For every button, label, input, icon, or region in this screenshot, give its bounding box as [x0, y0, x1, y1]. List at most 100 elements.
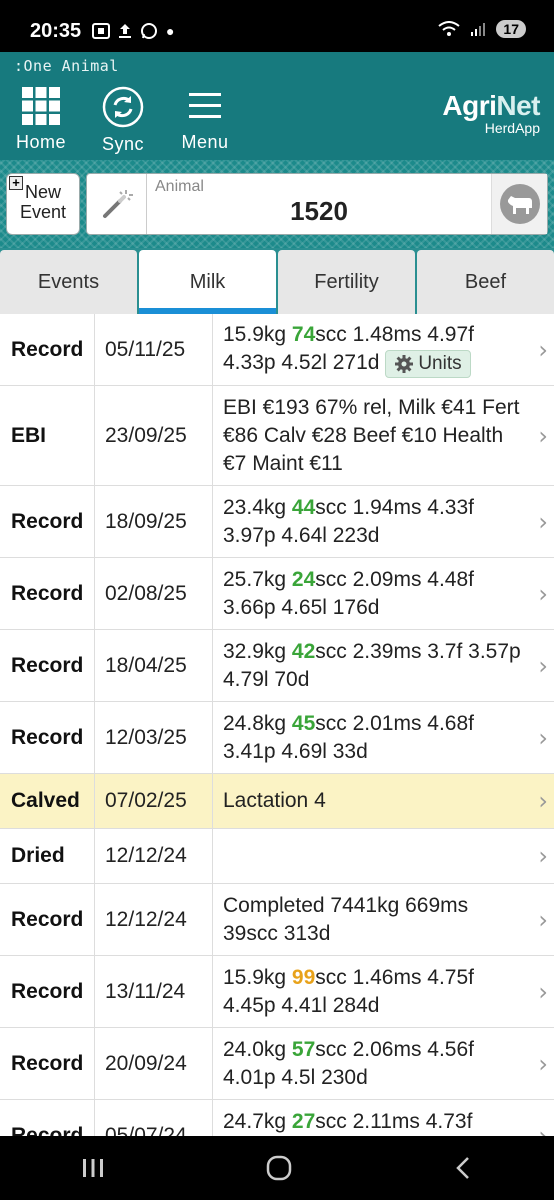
- units-label: Units: [418, 352, 462, 374]
- magic-wand-button[interactable]: [87, 174, 147, 234]
- record-row[interactable]: Record 18/04/25 32.9kg 42scc 2.39ms 3.7f 3…: [0, 630, 554, 702]
- record-detail: 24.7kg 27scc 2.11ms 4.73f 3.99p 4.81l 15…: [223, 1109, 473, 1133]
- gear-icon: [395, 354, 414, 373]
- upload-icon: [119, 24, 131, 38]
- record-type: Record: [0, 1100, 95, 1136]
- chevron-right-icon: ›: [538, 723, 548, 752]
- status-bar: 20:35 ● 17: [0, 0, 554, 52]
- record-date: 02/08/25: [95, 558, 213, 629]
- record-row[interactable]: Record 12/03/25 24.8kg 45scc 2.01ms 4.68f …: [0, 702, 554, 774]
- milk-record-list: Record 05/11/25 15.9kg 74scc 1.48ms 4.97f …: [0, 314, 554, 1136]
- sync-icon: [102, 86, 144, 128]
- tab-fertility[interactable]: Fertility: [278, 250, 415, 314]
- breadcrumb: :One Animal: [14, 57, 119, 75]
- sync-button[interactable]: Sync: [78, 86, 168, 155]
- back-icon[interactable]: [453, 1156, 473, 1180]
- chevron-right-icon: ›: [538, 651, 548, 680]
- record-row[interactable]: Dried 12/12/24 ›: [0, 829, 554, 884]
- record-type: Record: [0, 314, 95, 385]
- record-date: 05/11/25: [95, 314, 213, 385]
- scc-value: 42: [291, 639, 316, 663]
- grid-icon: [22, 87, 60, 125]
- record-type: Calved: [0, 774, 95, 828]
- dot-icon: ●: [166, 23, 175, 39]
- hamburger-icon: [189, 93, 221, 118]
- record-detail: 15.9kg 74scc 1.48ms 4.97f 4.33p 4.52l 27…: [213, 314, 554, 385]
- tab-events[interactable]: Events: [0, 250, 137, 314]
- record-date: 20/09/24: [95, 1028, 213, 1099]
- scc-value: 99: [291, 965, 316, 989]
- menu-label: Menu: [181, 132, 229, 152]
- battery-indicator: 17: [496, 20, 526, 38]
- screenshot-icon: [92, 23, 110, 39]
- menu-button[interactable]: Menu: [160, 86, 250, 153]
- chevron-right-icon: ›: [538, 905, 548, 934]
- tab-bar: Events Milk Fertility Beef: [0, 248, 554, 314]
- status-system-icons: 17: [438, 20, 526, 38]
- new-event-button[interactable]: + New Event: [6, 173, 80, 235]
- record-row[interactable]: Record 18/09/25 23.4kg 44scc 1.94ms 4.33f …: [0, 486, 554, 558]
- app-header: :One Animal Home Sync Menu AgriNet HerdA…: [0, 52, 554, 160]
- tab-beef[interactable]: Beef: [417, 250, 554, 314]
- recent-apps-icon[interactable]: [81, 1157, 105, 1179]
- record-row[interactable]: Record 05/07/24 24.7kg 27scc 2.11ms 4.73f …: [0, 1100, 554, 1136]
- cow-icon: [499, 184, 540, 224]
- record-date: 07/02/25: [95, 774, 213, 828]
- home-circle-icon[interactable]: [266, 1155, 292, 1181]
- record-type: Record: [0, 956, 95, 1027]
- status-notification-icons: ●: [92, 22, 174, 40]
- animal-field[interactable]: Animal 1520: [86, 173, 548, 235]
- record-date: 05/07/24: [95, 1100, 213, 1136]
- record-date: 12/03/25: [95, 702, 213, 773]
- record-row[interactable]: Record 13/11/24 15.9kg 99scc 1.46ms 4.75f …: [0, 956, 554, 1028]
- sync-label: Sync: [101, 134, 145, 154]
- record-detail: 15.9kg 99scc 1.46ms 4.75f 4.45p 4.41l 28…: [223, 965, 474, 1017]
- record-date: 12/12/24: [95, 829, 213, 883]
- chevron-right-icon: ›: [538, 842, 548, 870]
- record-row[interactable]: Record 20/09/24 24.0kg 57scc 2.06ms 4.56f …: [0, 1028, 554, 1100]
- record-row[interactable]: Record 05/11/25 15.9kg 74scc 1.48ms 4.97f …: [0, 314, 554, 386]
- units-button[interactable]: Units: [385, 349, 471, 378]
- record-type: Record: [0, 1028, 95, 1099]
- animal-label: Animal: [155, 178, 204, 195]
- record-detail: 25.7kg 24scc 2.09ms 4.48f 3.66p 4.65l 17…: [223, 567, 474, 619]
- scc-value: 44: [291, 495, 316, 519]
- record-detail: Lactation 4: [223, 789, 326, 812]
- record-date: 12/12/24: [95, 884, 213, 955]
- scc-value: 74: [291, 323, 316, 347]
- record-detail: 24.0kg 57scc 2.06ms 4.56f 4.01p 4.5l 230…: [223, 1037, 474, 1089]
- record-type: Record: [0, 558, 95, 629]
- record-detail: EBI €193 67% rel, Milk €41 Fert €86 Calv…: [223, 395, 520, 475]
- chevron-right-icon: ›: [538, 579, 548, 608]
- scc-value: 45: [291, 711, 316, 735]
- signal-icon: [471, 23, 486, 36]
- scc-value: 27: [291, 1109, 316, 1133]
- record-detail: 23.4kg 44scc 1.94ms 4.33f 3.97p 4.64l 22…: [223, 495, 474, 547]
- record-type: Record: [0, 884, 95, 955]
- brand-name: AgriNet: [442, 90, 540, 121]
- home-label: Home: [15, 132, 66, 152]
- chevron-right-icon: ›: [538, 507, 548, 536]
- record-type: EBI: [0, 386, 95, 485]
- animal-number[interactable]: 1520: [147, 196, 491, 227]
- record-row[interactable]: Record 02/08/25 25.7kg 24scc 2.09ms 4.48f …: [0, 558, 554, 630]
- record-row[interactable]: EBI 23/09/25 EBI €193 67% rel, Milk €41 Fe…: [0, 386, 554, 486]
- record-date: 13/11/24: [95, 956, 213, 1027]
- record-date: 18/04/25: [95, 630, 213, 701]
- status-time: 20:35: [30, 20, 82, 42]
- record-row[interactable]: Record 12/12/24 Completed 7441kg 669ms 39s…: [0, 884, 554, 956]
- new-event-label-line2: Event: [19, 202, 67, 222]
- record-detail: 32.9kg 42scc 2.39ms 3.7f 3.57p 4.79l 70d: [223, 639, 521, 691]
- tab-milk[interactable]: Milk: [139, 250, 276, 314]
- wifi-icon: [438, 21, 461, 36]
- chevron-right-icon: ›: [538, 335, 548, 364]
- magic-wand-icon: [102, 190, 133, 218]
- record-detail: 24.8kg 45scc 2.01ms 4.68f 3.41p 4.69l 33…: [223, 711, 474, 763]
- chevron-right-icon: ›: [538, 1049, 548, 1078]
- plus-icon: +: [9, 176, 23, 190]
- brand-subtitle: HerdApp: [484, 120, 540, 136]
- record-type: Record: [0, 486, 95, 557]
- record-row[interactable]: Calved 07/02/25 Lactation 4 ›: [0, 774, 554, 829]
- cow-button[interactable]: [491, 174, 547, 234]
- home-button[interactable]: Home: [0, 86, 86, 153]
